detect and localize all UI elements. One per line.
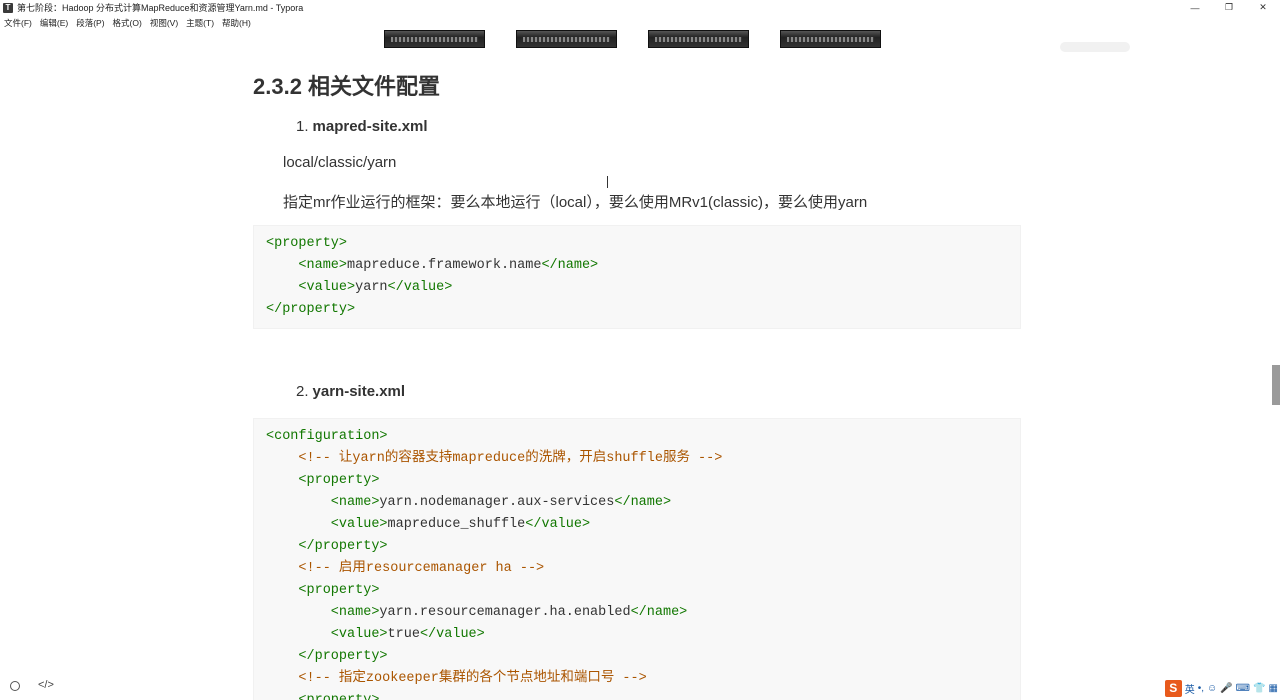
code-line: <value>true</value> [266,627,485,642]
window-title: 第七阶段：Hadoop 分布式计算MapReduce和资源管理Yarn.md -… [17,3,304,13]
code-line: <name>yarn.nodemanager.aux-services</nam… [266,495,672,510]
code-line: <!-- 让yarn的容器支持mapreduce的洗牌，开启shuffle服务 … [266,451,723,466]
source-code-mode-icon[interactable]: </> [38,679,54,691]
ime-toolbar: S 英 •, ☺ 🎤 ⌨ 👕 ▦ [1164,678,1280,698]
watermark-logo [1165,30,1255,60]
code-line: <!-- 指定zookeeper集群的各个节点地址和端口号 --> [266,671,647,686]
text-cursor-icon [605,176,611,188]
grid-menu-icon[interactable]: ▦ [1269,683,1278,694]
title-bar: T 第七阶段：Hadoop 分布式计算MapReduce和资源管理Yarn.md… [0,0,1280,15]
paragraph-framework: 指定mr作业运行的框架：要么本地运行（local），要么使用MRv1(class… [283,194,868,211]
vertical-scrollbar[interactable] [1272,365,1280,405]
skin-icon[interactable]: 👕 [1253,683,1265,694]
code-line: <property> [266,583,380,598]
emoji-icon[interactable]: ☺ [1207,683,1217,694]
list-item-2: 2. yarn-site.xml [296,383,406,400]
server-image [648,30,749,48]
menu-bar: 文件(F) 编辑(E) 段落(P) 格式(O) 视图(V) 主题(T) 帮助(H… [0,15,255,30]
keyboard-icon[interactable]: ⌨ [1236,683,1250,694]
window-controls: — ❐ ✕ [1178,0,1280,15]
sogou-ime-icon[interactable]: S [1164,679,1182,697]
code-line: <property> [266,473,380,488]
status-bar: </> [10,679,54,691]
section-heading: 2.3.2 相关文件配置 [253,74,441,99]
code-block-yarn[interactable]: <configuration> <!-- 让yarn的容器支持mapreduce… [253,418,1021,700]
menu-view[interactable]: 视图(V) [146,17,182,29]
code-line: <name>yarn.resourcemanager.ha.enabled</n… [266,605,688,620]
close-icon[interactable]: ✕ [1246,0,1280,15]
typora-icon: T [3,2,13,13]
menu-file[interactable]: 文件(F) [0,17,36,29]
microphone-icon[interactable]: 🎤 [1220,683,1232,694]
code-line: <property> [266,690,1020,700]
code-line: </property> [266,539,388,554]
code-block-mapred[interactable]: <property> <name>mapreduce.framework.nam… [253,225,1021,329]
restore-icon[interactable]: ❐ [1212,0,1246,15]
paragraph-modes: local/classic/yarn [283,154,397,171]
outline-toggle-icon[interactable] [10,681,20,691]
ime-language[interactable]: 英 [1185,681,1195,696]
server-image [780,30,881,48]
menu-help[interactable]: 帮助(H) [218,17,255,29]
menu-format[interactable]: 格式(O) [109,17,146,29]
video-watermark [1020,30,1260,70]
server-image [384,30,485,48]
editor-content[interactable]: 2.3.2 相关文件配置 1. mapred-site.xml local/cla… [0,30,1280,700]
server-image [516,30,617,48]
server-image-strip [384,30,881,48]
code-line: <configuration> [266,429,388,444]
menu-paragraph[interactable]: 段落(P) [72,17,108,29]
code-line: <value>mapreduce_shuffle</value> [266,517,591,532]
code-line: </property> [266,649,388,664]
punctuation-icon[interactable]: •, [1198,683,1204,694]
menu-edit[interactable]: 编辑(E) [36,17,72,29]
minimize-icon[interactable]: — [1178,0,1212,15]
watermark-mark [1060,42,1130,52]
code-line: <!-- 启用resourcemanager ha --> [266,561,545,576]
menu-theme[interactable]: 主题(T) [182,17,218,29]
list-item-1: 1. mapred-site.xml [296,118,428,135]
